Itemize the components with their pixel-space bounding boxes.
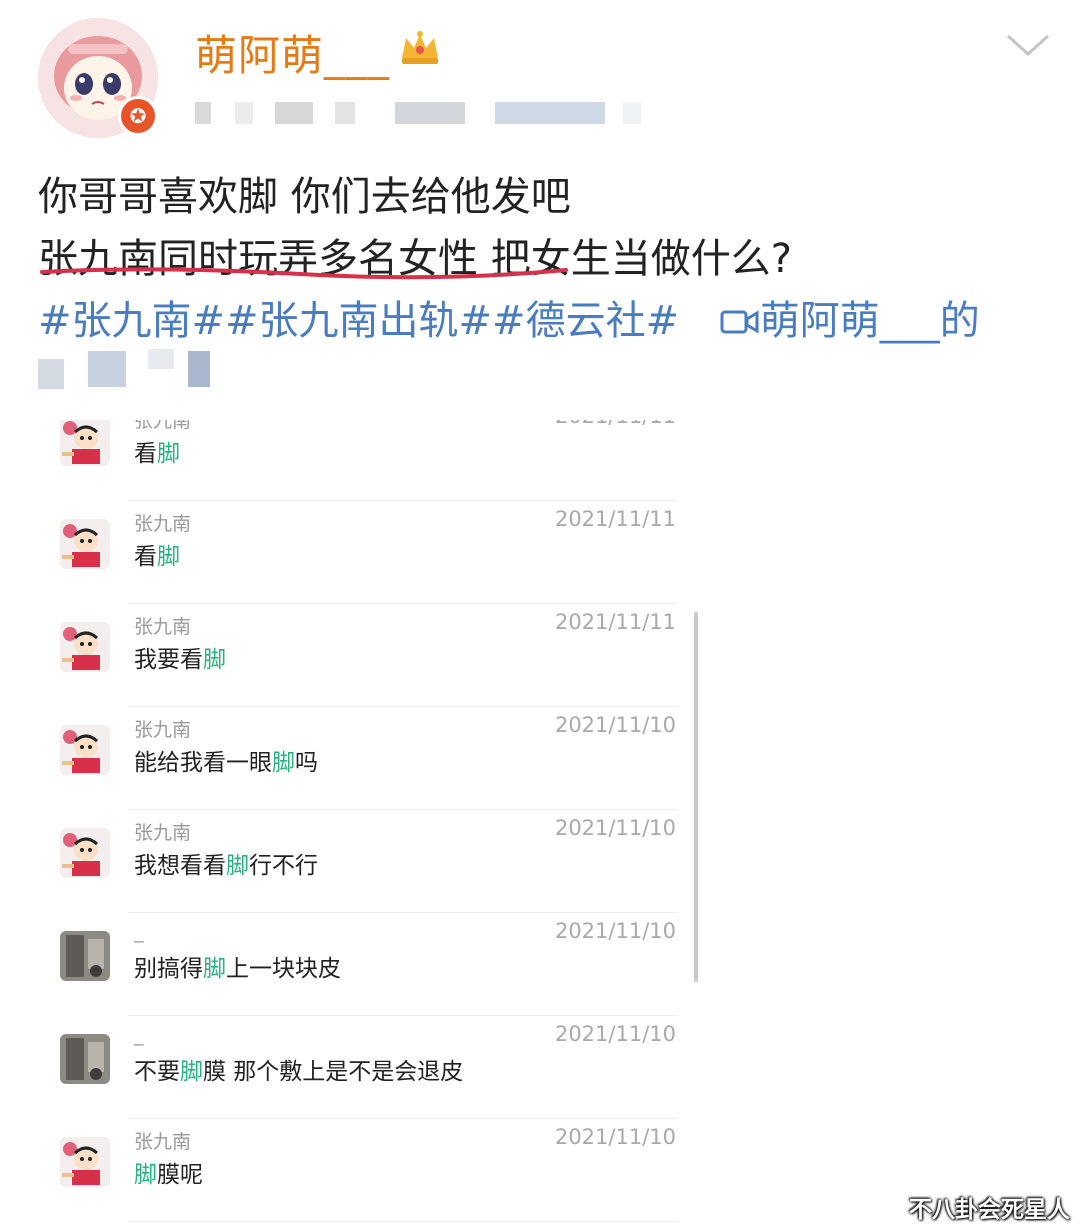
post-text-line1: 你哥哥喜欢脚 你们去给他发吧 [38, 174, 571, 220]
chat-sender-name: 张九南 [134, 1131, 192, 1153]
chat-avatar[interactable] [60, 725, 110, 775]
message-text-post: 上一块块皮 [226, 956, 341, 982]
chat-date: 2021/11/10 [554, 713, 676, 737]
chat-message-text: 不要脚膜 那个敷上是不是会退皮 [134, 1052, 463, 1086]
message-keyword: 脚 [180, 1059, 203, 1085]
chat-message-row[interactable]: 张九南 2021/11/11 看脚 [38, 501, 702, 604]
chat-avatar[interactable] [60, 519, 110, 569]
message-text-pre: 别搞得 [134, 956, 203, 982]
post-meta-blurred [195, 102, 655, 124]
chat-avatar[interactable] [60, 931, 110, 981]
message-keyword: 脚 [157, 441, 180, 467]
chat-sender-name: _ [134, 1024, 144, 1046]
chat-date: 2021/11/11 [554, 507, 676, 531]
chat-message-text: 脚膜呢 [134, 1155, 203, 1189]
chat-date: 2021/11/11 [554, 610, 676, 634]
chat-date: 2021/11/10 [554, 919, 676, 943]
chat-sender-name: 张九南 [134, 719, 192, 741]
message-text-pre: 我想看看 [134, 853, 226, 879]
chat-scrollbar[interactable] [694, 612, 698, 982]
chat-sender-name: 张九南 [134, 822, 192, 844]
message-keyword: 脚 [226, 853, 249, 879]
verified-badge-icon: ✪ [118, 96, 158, 136]
message-text-pre: 能给我看一眼 [134, 750, 272, 776]
message-text-pre: 不要 [134, 1059, 180, 1085]
message-text-pre: 我要看 [134, 647, 203, 673]
chat-history-panel: 张九南2021/11/11看脚张九南2021/11/11看脚张九南2021/11… [38, 420, 702, 1232]
chat-message-text: 看脚 [134, 434, 180, 468]
chat-sender-name: 张九南 [134, 616, 192, 638]
video-camera-icon [720, 302, 760, 348]
chat-message-text: 我想看看脚行不行 [134, 846, 318, 880]
chat-sender-name: 张九南 [134, 513, 192, 535]
message-keyword: 脚 [272, 750, 295, 776]
crown-icon [398, 28, 442, 72]
watermark: 不八卦会死星人 [909, 1197, 1070, 1223]
chat-sender-name: _ [134, 921, 144, 943]
chat-avatar[interactable] [60, 622, 110, 672]
message-text-post: 吗 [295, 750, 318, 776]
chat-message-row[interactable]: 张九南 2021/11/10 我想看看脚行不行 [38, 810, 702, 913]
chat-date: 2021/11/10 [554, 1022, 676, 1046]
video-owner-link[interactable]: 萌阿萌___的 [760, 298, 980, 344]
hashtags-link[interactable]: #张九南##张九南出轨##德云社# [38, 298, 679, 344]
chat-avatar[interactable] [60, 1034, 110, 1084]
chat-message-text: 别搞得脚上一块块皮 [134, 949, 341, 983]
red-underline-annotation [40, 267, 568, 280]
message-keyword: 脚 [157, 544, 180, 570]
chat-message-row[interactable]: _ 2021/11/10 不要脚膜 那个敷上是不是会退皮 [38, 1016, 702, 1119]
chat-date: 2021/11/11 [555, 420, 676, 428]
message-text-post: 行不行 [249, 853, 318, 879]
chat-message-row[interactable]: 张九南 2021/11/11 看脚 [38, 420, 702, 501]
chat-avatar[interactable] [60, 1137, 110, 1187]
message-text-post: 膜呢 [157, 1162, 203, 1188]
chat-message-row[interactable]: _ 2021/11/10 别搞得脚上一块块皮 [38, 913, 702, 1016]
message-keyword: 脚 [203, 647, 226, 673]
username[interactable]: 萌阿萌___ [195, 22, 390, 83]
row-divider [128, 1221, 678, 1222]
chat-sender-name: 张九南 [134, 420, 192, 432]
chat-message-text: 看脚 [134, 537, 180, 571]
chat-message-text: 能给我看一眼脚吗 [134, 743, 318, 777]
chat-message-row[interactable]: 张九南 2021/11/11 我要看脚 [38, 604, 702, 707]
chat-date: 2021/11/10 [554, 816, 676, 840]
chat-message-row[interactable]: 张九南 2021/11/10 脚膜呢 [38, 1119, 702, 1222]
message-keyword: 脚 [134, 1162, 157, 1188]
message-text-pre: 看 [134, 544, 157, 570]
post-hashtags-line[interactable]: #张九南##张九南出轨##德云社# 萌阿萌___的 [38, 288, 980, 348]
message-keyword: 脚 [203, 956, 226, 982]
chat-avatar[interactable] [60, 828, 110, 878]
chevron-down-icon[interactable] [1004, 30, 1052, 64]
chat-avatar[interactable] [60, 420, 110, 466]
message-text-post: 膜 那个敷上是不是会退皮 [203, 1059, 464, 1085]
video-label-blurred [38, 345, 218, 397]
message-text-pre: 看 [134, 441, 157, 467]
chat-message-text: 我要看脚 [134, 640, 226, 674]
chat-message-row[interactable]: 张九南 2021/11/10 能给我看一眼脚吗 [38, 707, 702, 810]
chat-date: 2021/11/10 [554, 1125, 676, 1149]
